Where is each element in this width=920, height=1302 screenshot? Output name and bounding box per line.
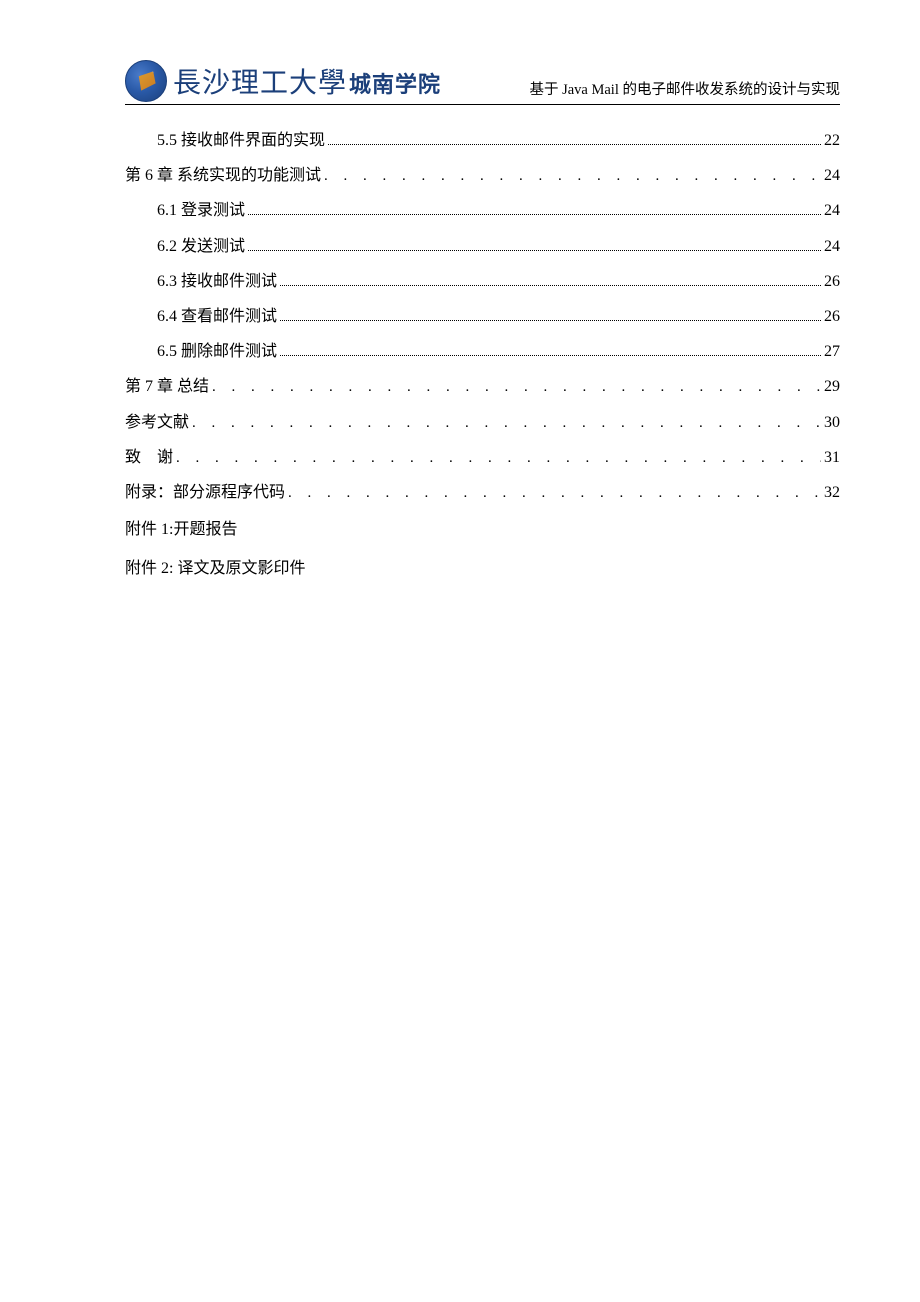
toc-entry: 第 7 章 总结. . . . . . . . . . . . . . . . … xyxy=(125,369,840,404)
toc-leader-dots: . . . . . . . . . . . . . . . . . . . . … xyxy=(212,371,821,404)
toc-entry: 6.3 接收邮件测试 26 xyxy=(125,264,840,299)
toc-entry: 参考文献. . . . . . . . . . . . . . . . . . … xyxy=(125,405,840,440)
toc-entry-label: 6.4 查看邮件测试 xyxy=(157,299,277,334)
toc-entry: 附录：部分源程序代码. . . . . . . . . . . . . . . … xyxy=(125,475,840,510)
toc-entry: 6.4 查看邮件测试 26 xyxy=(125,299,840,334)
toc-entry-page: 26 xyxy=(824,299,840,334)
toc-leader-dots: . . . . . . . . . . . . . . . . . . . . … xyxy=(288,477,821,510)
toc-entry-label: 第 6 章 系统实现的功能测试 xyxy=(125,158,321,193)
toc-entry: 6.2 发送测试 24 xyxy=(125,229,840,264)
toc-entry-page: 32 xyxy=(824,475,840,510)
toc-entry-label: 6.3 接收邮件测试 xyxy=(157,264,277,299)
toc-entry-label: 致 谢 xyxy=(125,440,173,475)
document-page: 長沙理工大學 城南学院 基于 Java Mail 的电子邮件收发系统的设计与实现… xyxy=(0,0,920,648)
toc-entry-page: 22 xyxy=(824,123,840,158)
institution-name: 長沙理工大學 城南学院 xyxy=(173,61,441,101)
page-header: 長沙理工大學 城南学院 基于 Java Mail 的电子邮件收发系统的设计与实现 xyxy=(125,60,840,105)
toc-entry: 6.1 登录测试 24 xyxy=(125,193,840,228)
institution-logo-block: 長沙理工大學 城南学院 xyxy=(125,60,441,102)
toc-entry-label: 附录：部分源程序代码 xyxy=(125,475,285,510)
toc-entry-label: 5.5 接收邮件界面的实现 xyxy=(157,123,325,158)
toc-leader-dots xyxy=(280,320,821,321)
toc-leader-dots xyxy=(280,285,821,286)
toc-entry-page: 24 xyxy=(824,193,840,228)
toc-entry-page: 26 xyxy=(824,264,840,299)
toc-entry-page: 29 xyxy=(824,369,840,404)
toc-leader-dots: . . . . . . . . . . . . . . . . . . . . … xyxy=(324,160,821,193)
toc-entry: 致 谢. . . . . . . . . . . . . . . . . . .… xyxy=(125,440,840,475)
toc-entry-page: 30 xyxy=(824,405,840,440)
toc-plain-line: 附件 1:开题报告 xyxy=(125,510,840,549)
toc-leader-dots xyxy=(248,214,821,215)
university-seal-icon xyxy=(125,60,167,102)
toc-entry-page: 31 xyxy=(824,440,840,475)
toc-entry-label: 6.1 登录测试 xyxy=(157,193,245,228)
toc-entry-label: 参考文献 xyxy=(125,405,189,440)
toc-leader-dots: . . . . . . . . . . . . . . . . . . . . … xyxy=(192,407,821,440)
toc-plain-line: 附件 2: 译文及原文影印件 xyxy=(125,549,840,588)
toc-leader-dots: . . . . . . . . . . . . . . . . . . . . … xyxy=(176,442,821,475)
table-of-contents: 5.5 接收邮件界面的实现22第 6 章 系统实现的功能测试. . . . . … xyxy=(125,123,840,588)
toc-entry-label: 6.5 删除邮件测试 xyxy=(157,334,277,369)
document-title: 基于 Java Mail 的电子邮件收发系统的设计与实现 xyxy=(529,78,840,102)
toc-entry-page: 24 xyxy=(824,229,840,264)
university-name: 長沙理工大學 xyxy=(173,61,347,101)
toc-leader-dots xyxy=(328,144,821,145)
college-name: 城南学院 xyxy=(349,67,441,99)
toc-entry: 第 6 章 系统实现的功能测试. . . . . . . . . . . . .… xyxy=(125,158,840,193)
toc-entry-label: 6.2 发送测试 xyxy=(157,229,245,264)
toc-entry: 5.5 接收邮件界面的实现 22 xyxy=(125,123,840,158)
toc-entry-label: 第 7 章 总结 xyxy=(125,369,209,404)
toc-leader-dots xyxy=(248,250,821,251)
toc-entry: 6.5 删除邮件测试 27 xyxy=(125,334,840,369)
toc-leader-dots xyxy=(280,355,821,356)
toc-entry-page: 24 xyxy=(824,158,840,193)
toc-entry-page: 27 xyxy=(824,334,840,369)
